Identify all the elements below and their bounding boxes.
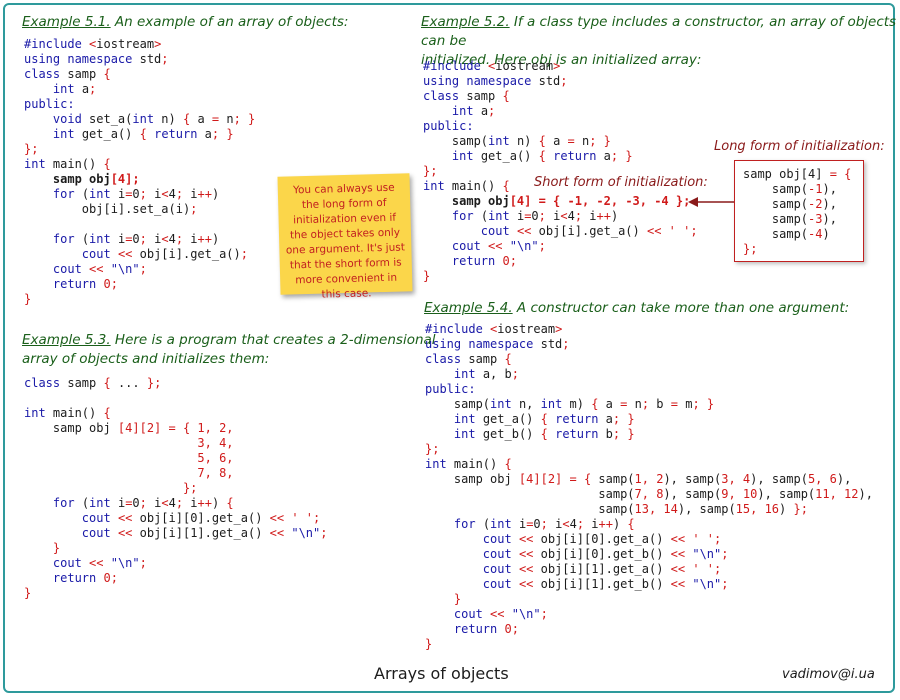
ex54-code: #include <iostream> using namespace std;… <box>425 322 873 651</box>
ex51-heading: Example 5.1. An example of an array of o… <box>22 13 348 32</box>
ex51-heading-text: An example of an array of objects: <box>110 14 349 30</box>
ex53-label: Example 5.3. <box>22 332 111 348</box>
long-form-code: samp obj[4] = { samp(-1), samp(-2), samp… <box>743 167 852 256</box>
ex51-code: #include <iostream> using namespace std;… <box>24 37 256 306</box>
arrow-left-icon <box>688 197 734 207</box>
ex54-label: Example 5.4. <box>424 300 513 316</box>
ex53-heading-line2: array of objects and initializes them: <box>22 351 270 367</box>
long-form-label: Long form of initialization: <box>714 139 885 154</box>
sticky-note: You can always use the long form of init… <box>277 173 413 301</box>
ex52-label: Example 5.2. <box>421 14 510 30</box>
ex51-label: Example 5.1. <box>22 14 111 30</box>
ex53-heading: Example 5.3. Here is a program that crea… <box>22 331 436 369</box>
ex54-heading: Example 5.4. A constructor can take more… <box>424 299 849 318</box>
ex53-heading-line1: Here is a program that creates a 2-dimen… <box>110 332 436 348</box>
short-form-label: Short form of initialization: <box>534 175 708 190</box>
ex52-code: #include <iostream> using namespace std;… <box>423 59 698 283</box>
author-email: vadimov@i.ua <box>782 667 875 682</box>
ex54-heading-text: A constructor can take more than one arg… <box>512 300 850 316</box>
ex53-code: class samp { ... }; int main() { samp ob… <box>24 376 328 600</box>
page-title: Arrays of objects <box>374 664 509 683</box>
long-form-box: samp obj[4] = { samp(-1), samp(-2), samp… <box>734 160 864 262</box>
sticky-note-text: You can always use the long form of init… <box>285 181 406 301</box>
